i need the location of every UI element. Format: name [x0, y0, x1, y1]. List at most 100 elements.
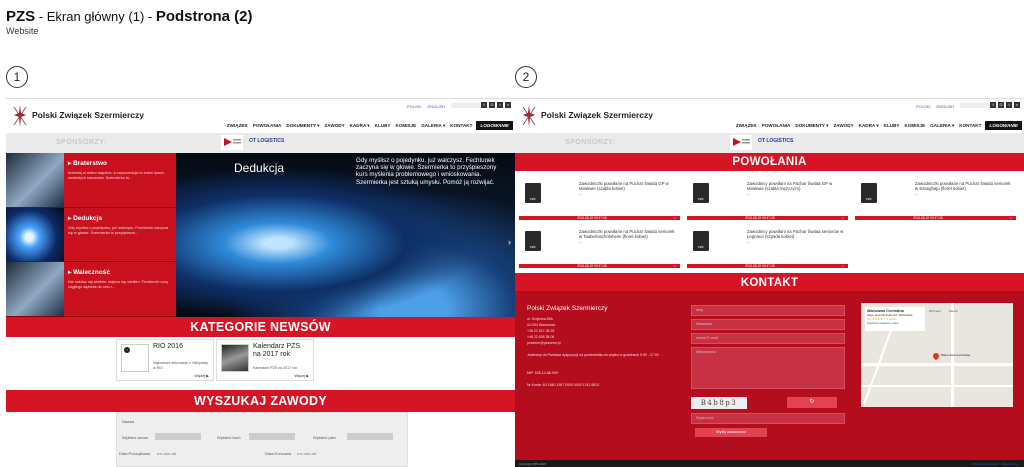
nav-item[interactable]: ZAWODY — [834, 123, 854, 128]
document-title: Zawodniczki powołane na Puchar Świata se… — [579, 229, 675, 240]
hero-item-desc: Nie rodzisz się wielkim, stajesz się wie… — [68, 280, 169, 290]
email-field[interactable]: Adres E-mail — [691, 333, 845, 344]
header-sep: - Ekran główny (1) - — [35, 9, 156, 24]
pkol-logo-icon — [730, 135, 752, 150]
message-field[interactable]: Wiadomość — [691, 347, 845, 389]
nav-item[interactable]: KLUBY — [884, 123, 900, 128]
document-card[interactable]: PDF Zawodniczki powołane na Puchar Świat… — [519, 175, 680, 222]
end-date-input[interactable]: rrrr-mm-dd — [297, 451, 316, 456]
login-button[interactable]: LOGOWANIE — [985, 121, 1022, 130]
screenshot-subpage: Polski Związek Szermierczy POLSKI ENGLISH… — [515, 98, 1024, 467]
facebook-icon[interactable]: f — [481, 102, 487, 108]
twitter-icon[interactable]: t — [1006, 102, 1012, 108]
hero-item-desc: Inwestuj w dobro wspólne, a zaprocentuje… — [68, 171, 165, 180]
lang-en[interactable]: ENGLISH — [936, 104, 954, 109]
document-date: 2016-08-29 09:17:35 — [913, 216, 943, 220]
name-label: Nazwa — [122, 419, 135, 424]
search-icon[interactable]: ⌕ — [842, 216, 844, 220]
map-embed[interactable]: Warszawa Centralna Aleje Jerozolimskie 54… — [861, 303, 1013, 407]
document-card[interactable]: PDF Zawodnicy powołani na Puchar Świata … — [687, 223, 848, 270]
more-link[interactable]: Więcej ▶ — [294, 374, 309, 378]
pkol-logo-icon — [221, 135, 243, 150]
nav-item[interactable]: ZWIĄZEK — [736, 123, 757, 128]
login-button[interactable]: LOGOWANIE — [476, 121, 513, 130]
nav-item[interactable]: KOMISJE — [396, 123, 417, 128]
weapon-select[interactable] — [249, 433, 295, 440]
search-icon[interactable]: ⌕ — [674, 264, 676, 268]
start-date-input[interactable]: rrrr-mm-dd — [157, 451, 176, 456]
facebook-icon[interactable]: f — [990, 102, 996, 108]
directions-link[interactable]: Wyznacz — [929, 309, 941, 313]
weapon-label: Wybierz broń — [217, 435, 241, 440]
news-card[interactable]: ○ RIO 2016 Najnowsze informacje z Olimpi… — [116, 339, 214, 381]
news-section: ○ RIO 2016 Najnowsze informacje z Olimpi… — [6, 337, 515, 390]
nav-item[interactable]: KADRA ▾ — [859, 123, 879, 129]
first-name-field[interactable]: Imię — [691, 305, 845, 316]
more-link[interactable]: Więcej ▶ — [194, 374, 209, 378]
site-topbar: Polski Związek Szermierczy POLSKI ENGLISH… — [6, 99, 515, 133]
sponsor-ot[interactable]: OT LOGISTICS — [249, 138, 284, 144]
competition-search-form: Nazwa Wybierz sezon Wybierz broń Wybierz… — [116, 412, 408, 467]
nav-item[interactable]: ZWIĄZEK — [227, 123, 248, 128]
pdf-icon: PDF — [693, 183, 709, 203]
next-arrow-icon[interactable]: › — [508, 237, 511, 247]
contact-phone: +48 22 827 28 25 — [527, 329, 555, 333]
document-date: 2016-08-29 09:17:35 — [577, 264, 607, 268]
refresh-captcha-icon[interactable]: ↻ — [787, 397, 837, 408]
nav-item[interactable]: KONTAKT — [959, 123, 981, 128]
nav-item[interactable]: GALERIA ▾ — [421, 123, 445, 129]
nav-item[interactable]: KLUBY — [375, 123, 391, 128]
search-icon[interactable]: ⌕ — [674, 216, 676, 220]
sponsor-ot[interactable]: OT LOGISTICS — [758, 138, 793, 144]
lang-pl[interactable]: POLSKI — [916, 104, 930, 109]
hero-item-title: ▸ Waleczność — [68, 269, 111, 277]
nav-item[interactable]: KONTAKT — [450, 123, 472, 128]
contact-city: 02-094 Warszawa — [527, 323, 556, 327]
nav-item[interactable]: POWOŁANIA — [762, 123, 791, 128]
nav-item[interactable]: DOKUMENTY ▾ — [795, 123, 828, 129]
google-icon[interactable]: G — [489, 102, 495, 108]
lang-en[interactable]: ENGLISH — [427, 104, 445, 109]
hero-item[interactable]: ▸ Dedukcja Gdy myślisz o pojedynku, już w… — [6, 207, 176, 263]
hero-item[interactable]: ▸ Waleczność Nie rodzisz się wielkim, sta… — [6, 262, 176, 317]
document-card[interactable]: PDF Zawodniczki powołane na Puchar Świat… — [855, 175, 1016, 222]
document-title: Zawodniczki powołane na Puchar Świata GP… — [579, 181, 669, 192]
search-icon[interactable]: ⌕ — [842, 264, 844, 268]
nav-item[interactable]: ZAWODY — [325, 123, 345, 128]
documents-grid: PDF Zawodniczki powołane na Puchar Świat… — [515, 171, 1024, 273]
sub-page: Podstrona (2) — [155, 8, 253, 25]
document-card[interactable]: PDF Zawodnicy powołani na Puchar Świata … — [687, 175, 848, 222]
nav-item[interactable]: KOMISJE — [905, 123, 926, 128]
footer-links[interactable]: Polityka prywatności · Mapa strony — [972, 462, 1018, 466]
hero-item[interactable]: ▸ Braterstwo Inwestuj w dobro wspólne, a … — [6, 153, 176, 208]
doc-header: PZS - Ekran główny (1) - Podstrona (2) W… — [6, 8, 253, 36]
vimeo-icon[interactable]: v — [1014, 102, 1020, 108]
nav-item[interactable]: POWOŁANIA — [253, 123, 282, 128]
sponsors-bar: SPONSORZY: OT LOGISTICS — [6, 133, 515, 153]
lang-pl[interactable]: POLSKI — [407, 104, 421, 109]
season-select[interactable] — [155, 433, 201, 440]
news-title: Kalendarz PZS na 2017 rok — [253, 343, 301, 358]
hero-title: Dedukcja — [234, 161, 285, 175]
nav-item[interactable]: DOKUMENTY ▾ — [286, 123, 319, 129]
nav-item[interactable]: KADRA ▾ — [350, 123, 370, 129]
last-name-field[interactable]: Nazwisko — [691, 319, 845, 330]
marker-1: 1 — [6, 66, 28, 88]
save-link[interactable]: Zapisz — [949, 309, 958, 313]
contact-name: Polski Związek Szermierczy — [527, 305, 608, 312]
hero-main-slide[interactable]: Dedukcja Gdy myślisz o pojedynku, już wa… — [176, 153, 515, 317]
twitter-icon[interactable]: t — [497, 102, 503, 108]
document-card[interactable]: PDF Zawodniczki powołane na Puchar Świat… — [519, 223, 680, 270]
nav-item[interactable]: GALERIA ▾ — [930, 123, 954, 129]
google-icon[interactable]: G — [998, 102, 1004, 108]
vimeo-icon[interactable]: v — [505, 102, 511, 108]
news-card[interactable]: Kalendarz PZS na 2017 rok Kalendarz PZS … — [216, 339, 314, 381]
search-icon[interactable]: ⌕ — [1010, 216, 1012, 220]
news-thumb: ○ — [121, 344, 149, 372]
gender-select[interactable] — [347, 433, 393, 440]
subtitle: Website — [6, 26, 39, 36]
captcha-field[interactable]: Wpisz kod — [691, 413, 845, 424]
contact-email[interactable]: pzszerm@pzszerm.pl — [527, 341, 561, 345]
marker-2: 2 — [515, 66, 537, 88]
send-message-button[interactable]: Wyślij wiadomość — [695, 428, 767, 437]
